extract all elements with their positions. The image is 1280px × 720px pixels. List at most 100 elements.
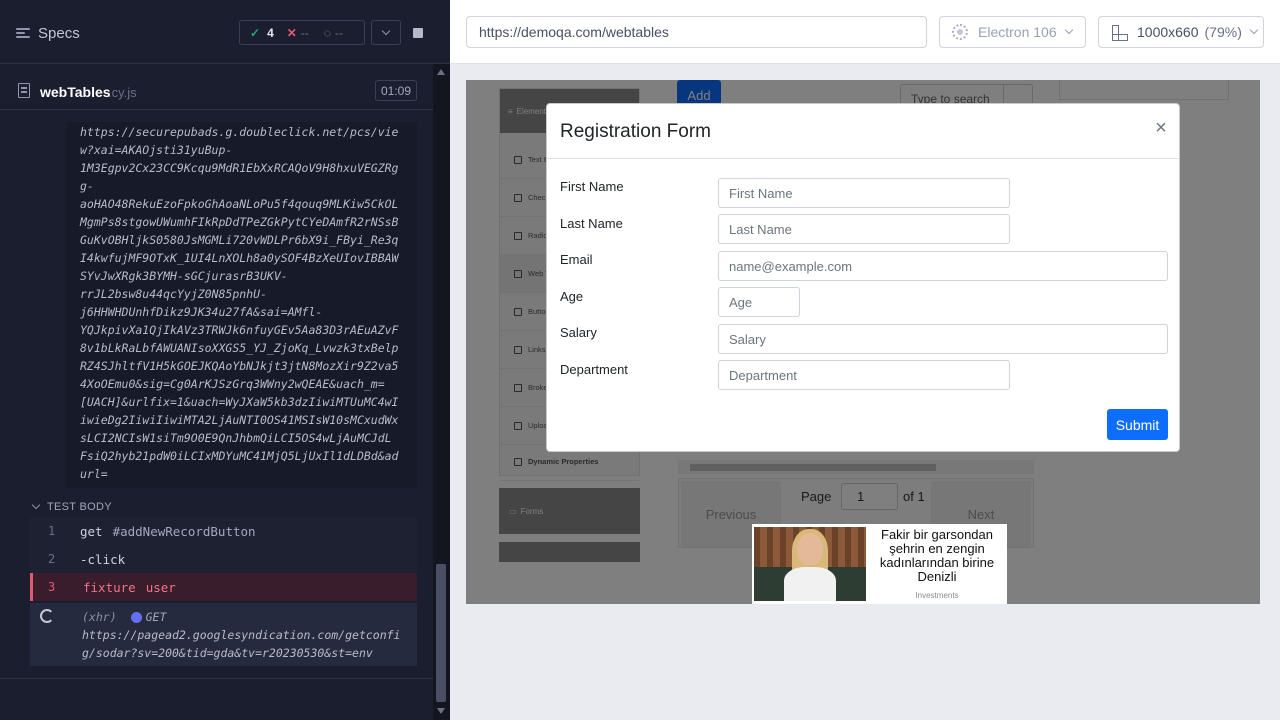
command-message: user: [145, 579, 176, 595]
test-body-header[interactable]: TEST BODY: [30, 498, 230, 516]
salary-label: Salary: [560, 325, 597, 340]
chevron-down-icon: [31, 500, 41, 510]
command-name: get: [80, 523, 103, 539]
browser-name: Electron 106: [978, 24, 1057, 40]
xhr-method: GET: [145, 610, 167, 624]
modal-title: Registration Form: [560, 121, 711, 142]
log-url-line: https://securepubads.g.doubleclick.net/p…: [80, 125, 399, 139]
menu-icon: [16, 27, 30, 39]
specs-label: Specs: [38, 24, 80, 42]
xhr-url: https://pagead2.googlesyndication.com/ge…: [82, 626, 414, 662]
command-log-url: https://securepubads.g.doubleclick.net/p…: [66, 122, 417, 488]
salary-field[interactable]: Salary: [718, 324, 1168, 354]
spec-extension: .cy.js: [108, 85, 137, 100]
failed-count: --: [300, 25, 309, 40]
first-name-field[interactable]: First Name: [718, 178, 1010, 208]
command-row[interactable]: 1 get #addNewRecordButton: [30, 517, 417, 545]
log-url-line: url=: [80, 467, 108, 481]
ad-source: Investments: [915, 591, 959, 600]
test-body-label: TEST BODY: [47, 501, 112, 513]
spec-name: webTables: [40, 84, 111, 100]
log-url-line: YQJkpivXa1QjIkAVz3TRWJk6nfuyGEv5Aa83D3rA…: [80, 323, 399, 337]
pending-count: --: [334, 25, 343, 40]
divider: [0, 678, 433, 679]
runner-options-button[interactable]: [371, 20, 401, 45]
command-name: fixture: [83, 579, 136, 595]
log-url-line: w?xai=AKAOjsti31yuBup-: [80, 143, 233, 157]
xhr-url-line: https://pagead2.googlesyndication.com/ge…: [82, 628, 401, 642]
test-stats: ✓ 4 ✕ -- ◌ --: [239, 20, 365, 45]
stop-icon: [413, 27, 423, 38]
x-icon: ✕: [286, 25, 297, 40]
command-number: 2: [48, 552, 56, 566]
command-row[interactable]: 2 -click: [30, 545, 417, 573]
xhr-tag: (xhr): [82, 610, 117, 624]
log-url-line: j6HHWHDUnhfDikz9JK34u27fA&sai=AMfl-: [80, 305, 323, 319]
log-url-line: I4kwfujMF9OTxK_1UI4LnXOLh8a0ySOF4BzXeUIo…: [80, 251, 399, 265]
application-under-test-frame: ≡ Elements Text Box Check Box Radio Butt…: [466, 80, 1260, 604]
command-message: #addNewRecordButton: [112, 523, 256, 539]
xhr-log-row[interactable]: (xhr) GET https://pagead2.googlesyndicat…: [30, 603, 417, 666]
email-field[interactable]: name@example.com: [718, 251, 1168, 281]
scroll-thumb[interactable]: [436, 564, 446, 702]
log-url-line: RZ4SJhltfV1H5kGOEJKQAoYbNJkjt3jtN8MozXir…: [80, 359, 399, 373]
log-url-line: GuKvOBHljkS0580JsMGMLi720vWDLPr6bX9i_FBy…: [80, 233, 399, 247]
scroll-up-icon[interactable]: [437, 69, 445, 75]
ad-image[interactable]: [754, 527, 866, 601]
stop-button[interactable]: [405, 20, 431, 45]
check-icon: ✓: [250, 25, 261, 40]
scroll-down-icon[interactable]: [437, 708, 445, 714]
spec-header: webTables .cy.js 01:09: [0, 76, 433, 110]
cypress-runner-panel: Specs ✓ 4 ✕ -- ◌ -- webTables .cy.js 01:…: [0, 0, 450, 720]
url-bar[interactable]: https://demoqa.com/webtables: [466, 16, 927, 48]
log-url-line: FsiQ2hyb21pdW0iLCIxMDYuMC41MjQ5LjUxIl1dL…: [80, 449, 399, 463]
xhr-url-line: g/sodar?sv=200&tid=gda&tv=r20230530&st=e…: [82, 646, 373, 660]
log-url-line: sLCI2NCIsW1siTm9O0E9QnJhbmQiLCI5OS4wLjAu…: [80, 431, 392, 445]
browser-selector[interactable]: Electron 106: [939, 16, 1086, 48]
electron-icon: [952, 24, 968, 40]
command-log-scrollbar[interactable]: [433, 64, 450, 720]
age-label: Age: [560, 289, 584, 304]
close-icon[interactable]: ×: [1151, 117, 1171, 139]
log-url-line: [UACH]&urlfix=1&uach=WyJXaW5kb3dzIiwiMTU…: [80, 395, 399, 409]
ruler-icon: [1112, 25, 1128, 41]
viewport-percent: (79%): [1204, 24, 1242, 40]
log-url-line: 4XoOEmu0&sig=Cg0ArKJSzGrq3WWny2wQEAE&uac…: [80, 377, 385, 391]
viewport-size: 1000x660: [1137, 24, 1199, 40]
specs-bar: Specs ✓ 4 ✕ -- ◌ --: [0, 0, 450, 64]
log-url-line: rrJL2bsw8u44qcYyjZ0N85pnhU-: [80, 287, 267, 301]
log-url-line: 8v1bLkRaLbfAWUANIsoXXGS5_YJ_ZjoKq_Lvwzk3…: [80, 341, 399, 355]
passed-count: 4: [267, 25, 274, 40]
department-field[interactable]: Department: [718, 360, 1010, 390]
submit-button[interactable]: Submit: [1107, 409, 1168, 440]
log-url-line: 1M3Egpv2Cx23CC9Kcqu9MdR1EbXxRCAQoV9H8hxu…: [80, 161, 399, 175]
age-field[interactable]: Age: [718, 287, 800, 317]
last-name-field[interactable]: Last Name: [718, 214, 1010, 244]
loading-spinner-icon: [40, 609, 54, 623]
department-label: Department: [560, 362, 628, 377]
specs-toggle[interactable]: Specs: [16, 22, 86, 44]
command-number: 3: [48, 580, 56, 594]
request-status-dot-icon: [130, 611, 142, 623]
chevron-down-icon: [1249, 25, 1259, 35]
registration-form-modal: Registration Form × First Name First Nam…: [546, 103, 1180, 452]
log-url-line: iwieDg2IiwiIiwiMTA2LjAuNTI0OS41MSIsW10sM…: [80, 413, 399, 427]
advertisement[interactable]: Fakir bir garsondan şehrin en zengin kad…: [752, 524, 1007, 604]
command-name: -click: [80, 551, 126, 567]
command-row-failed[interactable]: 3 fixture user: [30, 573, 417, 601]
ad-headline[interactable]: Fakir bir garsondan şehrin en zengin kad…: [870, 528, 1004, 584]
log-url-line: SYvJwXRgk3BYMH-sGCjurasrB3UKV-: [80, 269, 288, 283]
spec-duration: 01:09: [375, 80, 417, 101]
first-name-label: First Name: [560, 179, 624, 194]
xhr-line: (xhr) GET: [82, 608, 166, 626]
app-preview-area: https://demoqa.com/webtables Electron 10…: [450, 0, 1280, 720]
divider: [547, 158, 1179, 159]
email-label: Email: [560, 252, 593, 267]
file-icon: [18, 83, 30, 98]
viewport-selector[interactable]: 1000x660 (79%): [1098, 16, 1264, 48]
chevron-down-icon: [1064, 25, 1073, 35]
log-url-line: MgmPs8stgowUWumhFIkRpDdTPeZGkPytCYeDAmfR…: [80, 215, 399, 229]
command-number: 1: [48, 524, 56, 538]
pending-icon: ◌: [323, 25, 331, 40]
log-url-line: g-: [80, 179, 94, 193]
